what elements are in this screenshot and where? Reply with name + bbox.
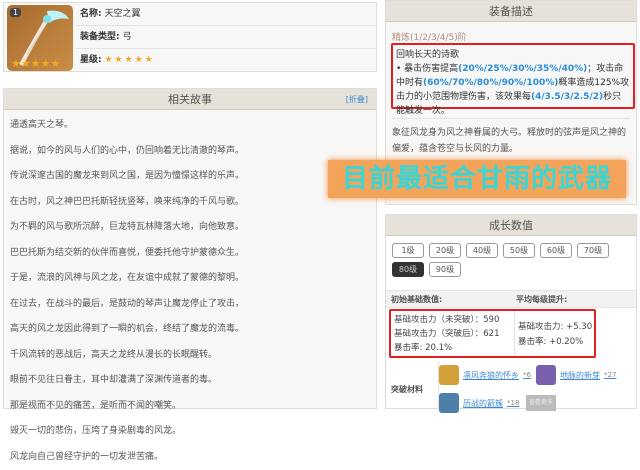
name-label: 名称: xyxy=(80,9,102,19)
skill-box: 回响长天的诗歌 • 暴击伤害提高(20%/25%/30%/35%/40%)；攻击… xyxy=(391,43,635,109)
level-button[interactable]: 70级 xyxy=(577,243,609,258)
story-panel: 相关故事 [折叠] 通透高天之琴。据说，如今的风与人们的心中，仍回响着无比清澈的琴… xyxy=(3,88,377,409)
material-name[interactable]: 凛风奔狼的怀乡 xyxy=(463,370,519,381)
material-item[interactable]: 凛风奔狼的怀乡 *6 xyxy=(439,365,531,385)
sky-wing-bow-icon: 1 ★★★★★ xyxy=(7,5,73,71)
avg-header: 平均每级提升: xyxy=(516,291,567,309)
story-title: 相关故事 xyxy=(168,93,212,106)
material-name[interactable]: 历战的箭簇 xyxy=(463,398,503,409)
story-line: 眼前不见往日眷主，耳中却灌满了深渊传道者的毒。 xyxy=(4,368,376,394)
story-line: 据说，如今的风与人们的心中，仍回响着无比清澈的琴声。 xyxy=(4,139,376,165)
base-stat: 基础攻击力（突破后）：621 xyxy=(394,327,499,341)
stats-box: 基础攻击力（未突破）：590 基础攻击力（突破后）：621 暴击率: 20.1%… xyxy=(389,309,596,358)
weapon-lore: 象征风龙身为风之神眷属的大弓。释放时的弦声是风之神的偏爱，蕴含苍空与长风的力量。 xyxy=(392,125,632,157)
growth-panel: 成长数值 1级 20级 40级 50级 60级 70级 80级 90级 初始基础数值: 平均每级… xyxy=(385,214,637,409)
skill-value: (20%/25%/30%/35%/40%) xyxy=(458,64,587,74)
story-line: 风龙向自己曾经守护的一切发泄苦痛。 xyxy=(4,445,376,470)
material-item[interactable]: 地脉的新芽 *27 xyxy=(536,365,616,385)
avg-stat: 暴击率: +0.20% xyxy=(518,335,592,350)
type-label: 装备类型: xyxy=(80,32,120,42)
story-line: 通透高天之琴。 xyxy=(4,113,376,139)
level-button[interactable]: 40级 xyxy=(466,243,498,258)
level-button[interactable]: 80级 xyxy=(392,262,424,277)
material-icon xyxy=(536,365,556,385)
refine-label: 精炼(1/2/3/4/5)阶 xyxy=(386,22,636,45)
level-button[interactable]: 50级 xyxy=(503,243,535,258)
story-line: 于是，流浪的风神与风之龙，在友谊中成就了蒙德的黎明。 xyxy=(4,266,376,292)
skill-value: (4/3.5/3/2.5/2) xyxy=(531,92,603,102)
level-button[interactable]: 60级 xyxy=(540,243,572,258)
skill-text: • 暴击伤害提高 xyxy=(396,64,458,74)
level-button[interactable]: 20级 xyxy=(429,243,461,258)
material-icon xyxy=(439,365,459,385)
growth-title: 成长数值 xyxy=(489,219,533,232)
materials-label: 突破材料 xyxy=(391,384,423,395)
skill-value: (60%/70%/80%/90%/100%) xyxy=(423,78,558,88)
story-line: 高天的风之龙因此得到了一瞬的机会，终结了魔龙的流毒。 xyxy=(4,317,376,343)
description-title: 装备描述 xyxy=(489,5,533,18)
star-label: 星级: xyxy=(80,55,102,65)
level-button[interactable]: 90级 xyxy=(429,262,461,277)
material-count: *18 xyxy=(507,399,519,407)
weapon-info-card: 1 ★★★★★ 名称: 天空之翼 装备类型: 弓 星级: ★★★★★ xyxy=(3,2,377,72)
weapon-name: 天空之翼 xyxy=(104,9,140,19)
material-name[interactable]: 地脉的新芽 xyxy=(560,370,600,381)
icon-stars: ★★★★★ xyxy=(11,57,60,70)
overlay-banner: 目前最适合甘雨的武器 xyxy=(328,160,626,198)
story-line: 在古时，风之神巴巴托斯轻抚竖琴，唤来纯净的千风与歌。 xyxy=(4,190,376,216)
base-header: 初始基础数值: xyxy=(391,291,442,309)
fold-link[interactable]: [折叠] xyxy=(346,89,368,110)
story-line: 为不羁的风与歌所沉醉，巨龙特瓦林降落大地，向他致意。 xyxy=(4,215,376,241)
story-line: 千风流转的恶战后，高天之龙终从漫长的长眠醒转。 xyxy=(4,343,376,369)
weapon-type: 弓 xyxy=(122,32,131,42)
material-count: *6 xyxy=(523,371,531,379)
base-stat: 暴击率: 20.1% xyxy=(394,341,499,355)
story-line: 那是视而不见的痛苦，是听而不闻的嘲笑。 xyxy=(4,394,376,420)
avg-stat: 基础攻击力: +5.30 xyxy=(518,320,592,335)
story-line: 在过去，在战斗的最后，是鼓动的琴声让魔龙停止了攻击， xyxy=(4,292,376,318)
story-line: 毁灭一切的悲伤，压垮了身染剧毒的风龙。 xyxy=(4,419,376,445)
material-count: *27 xyxy=(604,371,616,379)
material-item[interactable]: 历战的箭簇 *18 xyxy=(439,393,519,413)
story-line: 巴巴托斯为结交新的伙伴而喜悦，便委托他守护蒙德众生。 xyxy=(4,241,376,267)
level-badge: 1 xyxy=(10,8,21,17)
level-button[interactable]: 1级 xyxy=(392,243,424,258)
story-line: 传说深邃古国的魔龙来到风之国，是因为憧憬这样的乐声。 xyxy=(4,164,376,190)
base-stat: 基础攻击力（未突破）：590 xyxy=(394,313,499,327)
skill-name: 回响长天的诗歌 xyxy=(396,48,630,62)
star-rating: ★★★★★ xyxy=(104,55,154,65)
material-icon xyxy=(439,393,459,413)
